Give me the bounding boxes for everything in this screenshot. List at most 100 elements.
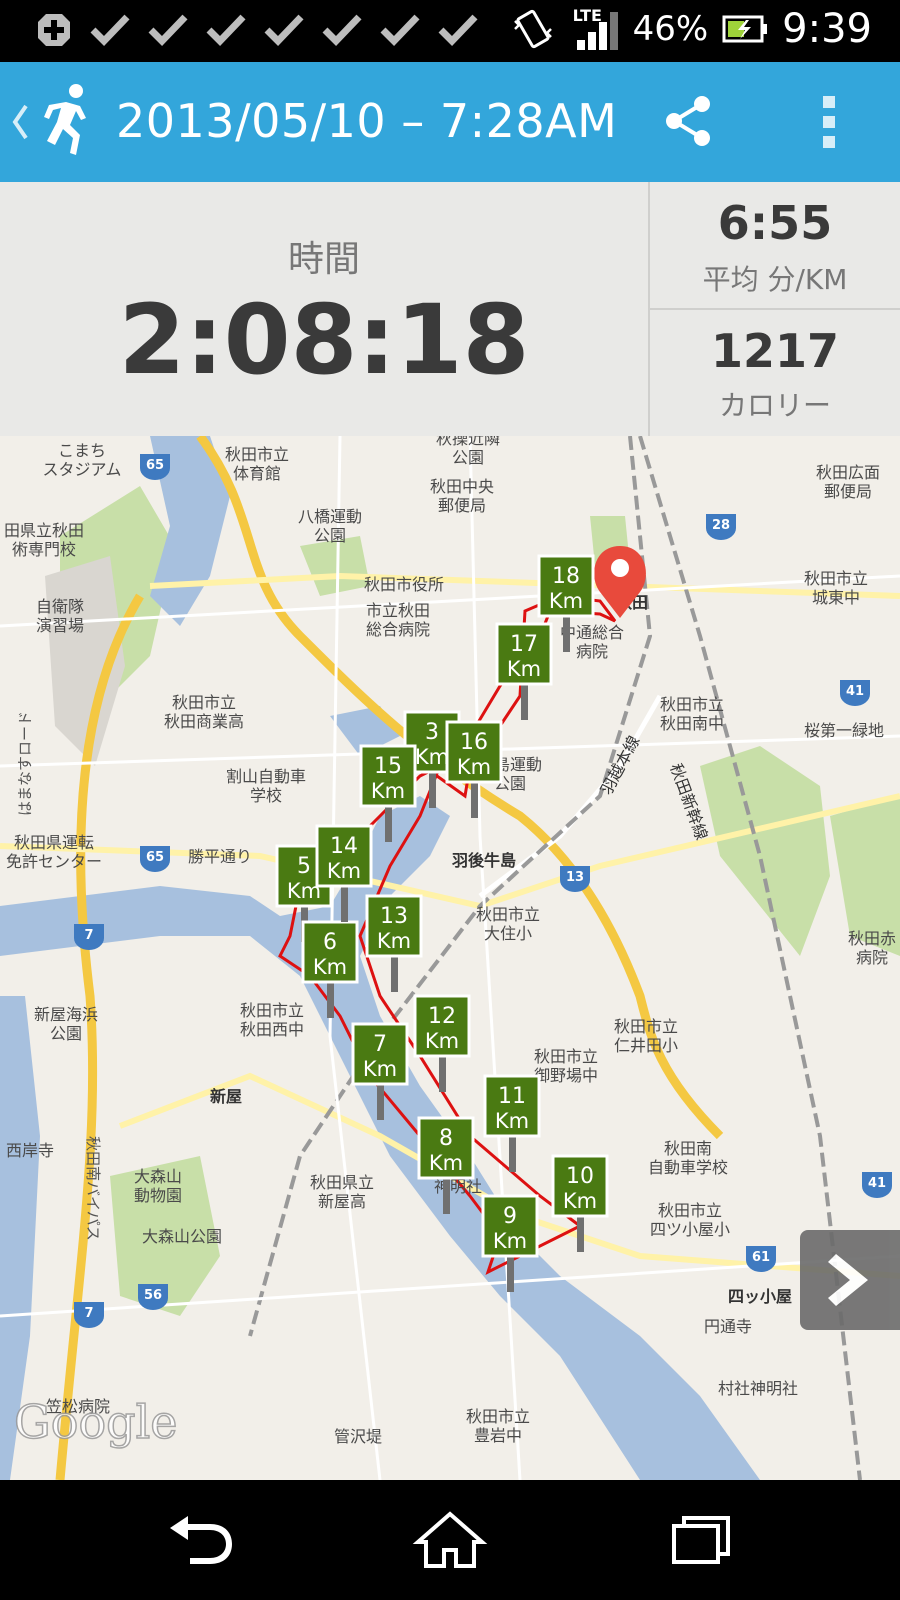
km-marker-number: 13 (380, 904, 408, 929)
runner-icon (44, 84, 86, 155)
battery-icon (722, 15, 768, 43)
check-icon (322, 14, 362, 47)
km-marker-number: 12 (428, 1004, 456, 1029)
svg-text:7: 7 (84, 928, 93, 943)
pace-stat: 6:55 平均 分/KM (650, 182, 900, 310)
label-shinyako: 秋田県立新屋高 (310, 1173, 374, 1211)
share-icon[interactable] (662, 94, 716, 148)
label-shiyakusho: 秋田市役所 (364, 575, 444, 594)
km-marker-number: 16 (460, 730, 488, 755)
km-marker-12[interactable]: 12Km (413, 994, 471, 1092)
back-icon[interactable] (160, 1510, 240, 1570)
calories-stat: 1217 カロリー (650, 310, 900, 436)
label-jotou: 秋田市立城東中 (804, 569, 868, 607)
label-murashinmei: 村社神明社 (718, 1379, 798, 1398)
km-marker-number: 14 (330, 834, 358, 859)
km-marker-number: 7 (373, 1032, 387, 1057)
plus-icon (38, 14, 70, 46)
km-marker-unit: Km (327, 859, 361, 883)
label-art-school: 田県立秋田術専門校 (4, 521, 84, 559)
notification-icons (36, 12, 478, 48)
signal-icon: LTE (569, 6, 619, 52)
calories-value: 1217 (710, 324, 840, 378)
svg-text:61: 61 (752, 1250, 770, 1265)
label-ohsumi: 秋田市立大住小 (476, 905, 540, 943)
recent-apps-icon[interactable] (660, 1510, 740, 1570)
label-omoriyama-zoo: 大森山動物園 (134, 1167, 182, 1205)
pace-label: 平均 分/KM (702, 263, 848, 296)
chevron-right-icon (828, 1254, 868, 1306)
label-nishi: 秋田市立秋田西中 (240, 1001, 304, 1039)
km-marker-number: 10 (566, 1164, 594, 1189)
label-yotsugoya-sho: 秋田市立四ツ小屋小 (650, 1201, 730, 1239)
km-marker-number: 8 (439, 1126, 453, 1151)
svg-text:65: 65 (146, 458, 164, 473)
label-shinmei: 神明社 (434, 1177, 482, 1196)
km-marker-10[interactable]: 10Km (551, 1154, 609, 1252)
km-marker-number: 11 (498, 1084, 526, 1109)
svg-text:13: 13 (566, 870, 584, 885)
battery-percent: 46% (632, 9, 709, 49)
label-warayama: 割山自動車学校 (226, 767, 306, 805)
svg-text:7: 7 (84, 1306, 93, 1321)
label-shiritsu-hospital: 市立秋田総合病院 (366, 601, 430, 639)
system-nav-bar (0, 1480, 900, 1600)
svg-text:28: 28 (712, 518, 730, 533)
check-icon (380, 14, 420, 47)
duration-label: 時間 (287, 239, 360, 280)
label-akita-minami: 秋田市立秋田南中 (660, 695, 724, 733)
label-jieitai: 自衛隊演習場 (36, 597, 84, 635)
km-marker-unit: Km (495, 1109, 529, 1133)
map-canvas[interactable]: 65 65 28 62 41 13 7 7 41 61 56 こまちスタジアム … (0, 436, 900, 1480)
park-area (700, 746, 830, 956)
label-omoriyama-park: 大森山公園 (142, 1227, 222, 1246)
duration-stat: 時間 2:08:18 (0, 182, 648, 436)
km-marker-number: 6 (323, 930, 337, 955)
park-area (300, 536, 370, 596)
label-kinrin: 秋操近隣公園 (436, 436, 500, 467)
label-kyoshujo: 秋田県運転免許センター (6, 833, 102, 871)
label-sakura: 桜第一緑地 (804, 721, 884, 740)
km-marker-unit: Km (493, 1229, 527, 1253)
status-bar: LTE 46% 9:39 (0, 0, 900, 62)
km-marker-number: 3 (425, 720, 439, 745)
home-icon[interactable] (410, 1510, 490, 1570)
calories-label: カロリー (718, 389, 831, 422)
km-marker-unit: Km (429, 1151, 463, 1175)
km-marker-number: 18 (552, 564, 580, 589)
label-katsuhira: 勝平通り (188, 847, 252, 866)
next-button[interactable] (800, 1230, 900, 1330)
vibrate-icon (513, 9, 552, 49)
km-marker-unit: Km (415, 745, 449, 769)
km-marker-unit: Km (457, 755, 491, 779)
label-toyoiwa: 秋田市立豊岩中 (466, 1407, 530, 1445)
check-icon (206, 14, 246, 47)
check-icon (264, 14, 304, 47)
label-minami-jidosha: 秋田南自動車学校 (648, 1139, 728, 1177)
label-nishigishi: 西岸寺 (6, 1141, 54, 1160)
km-marker-17[interactable]: 17Km (495, 622, 553, 720)
km-marker-number: 17 (510, 632, 538, 657)
label-taiikukan: 秋田市立体育館 (225, 445, 289, 483)
route-map[interactable]: 65 65 28 62 41 13 7 7 41 61 56 こまちスタジアム … (0, 436, 900, 1480)
up-navigation[interactable] (6, 80, 106, 164)
check-icon (148, 14, 188, 47)
pace-value: 6:55 (717, 196, 833, 250)
svg-text:56: 56 (144, 1288, 162, 1303)
label-ou-line: 羽越本線 (597, 732, 644, 797)
label-yotsugoya: 四ッ小屋 (728, 1287, 792, 1306)
road (468, 436, 522, 1480)
overflow-menu-icon[interactable] (820, 94, 840, 150)
km-marker-unit: Km (507, 657, 541, 681)
label-komachi: こまちスタジアム (43, 441, 122, 479)
duration-value: 2:08:18 (118, 284, 530, 396)
label-kanzawa: 管沢堤 (334, 1427, 382, 1446)
km-marker-unit: Km (425, 1029, 459, 1053)
stats-panel: 時間 2:08:18 6:55 平均 分/KM 1217 カロリー (0, 182, 900, 436)
clock: 9:39 (782, 6, 872, 52)
label-hamanasu-road: はまなすロード (16, 711, 34, 816)
label-hiroomote-post: 秋田広面郵便局 (816, 463, 880, 501)
km-marker-number: 5 (297, 854, 311, 879)
label-yotsuyaba: 秋田市立御野場中 (534, 1047, 598, 1085)
action-bar: 2013/05/10 – 7:28AM (0, 62, 900, 182)
